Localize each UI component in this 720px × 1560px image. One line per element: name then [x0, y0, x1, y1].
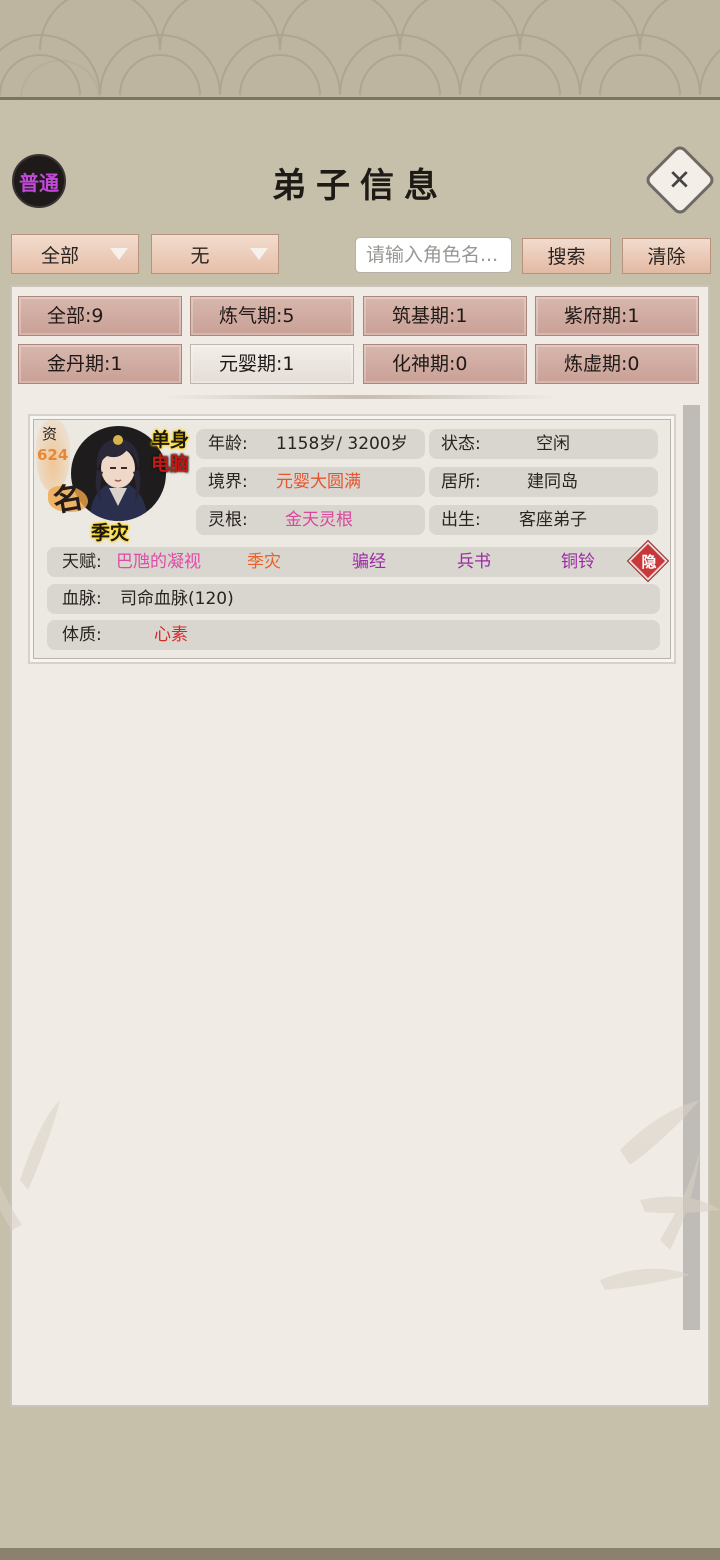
- search-button[interactable]: 搜索: [522, 238, 611, 274]
- secondary-dropdown[interactable]: 无: [151, 234, 279, 274]
- stage-filter-nascent-soul[interactable]: 元婴期:1: [190, 344, 354, 384]
- status-field: 状态: 空闲: [429, 429, 658, 459]
- category-dropdown[interactable]: 全部: [11, 234, 139, 274]
- physique-row: 体质: 心素: [47, 620, 660, 650]
- stage-filter-golden-core[interactable]: 金丹期:1: [18, 344, 182, 384]
- stage-filter-spirit-transformation[interactable]: 化神期:0: [363, 344, 527, 384]
- origin-value: 客座弟子: [519, 510, 587, 530]
- fame-mark: 名: [50, 479, 86, 520]
- page-title: 弟子信息: [272, 166, 448, 206]
- spirit-root-field: 灵根: 金天灵根: [196, 505, 425, 535]
- stage-filter-foundation[interactable]: 筑基期:1: [363, 296, 527, 336]
- status-label: 状态:: [441, 434, 481, 454]
- aptitude-label: 资: [42, 425, 58, 443]
- disciple-name: 季灾: [91, 522, 130, 544]
- realm-label: 境界:: [208, 472, 248, 492]
- bloodline-label: 血脉:: [62, 589, 102, 609]
- chevron-down-icon: [250, 248, 268, 260]
- talent-item[interactable]: 铜铃: [561, 547, 595, 577]
- origin-label: 出生:: [441, 510, 481, 530]
- talent-item[interactable]: 骗经: [352, 547, 386, 577]
- residence-field: 居所: 建同岛: [429, 467, 658, 497]
- stage-filter-purple-mansion[interactable]: 紫府期:1: [535, 296, 699, 336]
- tag-single: 单身: [151, 429, 190, 451]
- wave-pattern: [0, 0, 720, 96]
- clear-button[interactable]: 清除: [622, 238, 711, 274]
- realm-field: 境界: 元婴大圆满: [196, 467, 425, 497]
- bloodline-value: 司命血脉(120): [120, 589, 234, 609]
- talents-label: 天赋:: [62, 552, 102, 572]
- talents-row: 天赋: 巴虺的凝视 季灾 骗经 兵书 铜铃: [47, 547, 660, 577]
- divider: [160, 395, 560, 399]
- stage-filter-all[interactable]: 全部:9: [18, 296, 182, 336]
- search-input[interactable]: [355, 237, 512, 273]
- origin-field: 出生: 客座弟子: [429, 505, 658, 535]
- aptitude-value: 624: [37, 446, 69, 464]
- header-wave-band: [0, 0, 720, 100]
- tag-pc: 电脑: [151, 453, 190, 475]
- realm-value: 元婴大圆满: [276, 472, 361, 492]
- bloodline-row: 血脉: 司命血脉(120): [47, 584, 660, 614]
- footer-band: [0, 1548, 720, 1560]
- physique-label: 体质:: [62, 625, 102, 645]
- age-label: 年龄:: [208, 434, 248, 454]
- stage-filter-void-refining[interactable]: 炼虚期:0: [535, 344, 699, 384]
- bamboo-decoration: [0, 1100, 720, 1290]
- residence-value: 建同岛: [527, 472, 578, 492]
- age-value: 1158岁/ 3200岁: [276, 434, 408, 454]
- chevron-down-icon: [110, 248, 128, 260]
- age-field: 年龄: 1158岁/ 3200岁: [196, 429, 425, 459]
- close-icon: ✕: [668, 163, 692, 197]
- physique-value: 心素: [154, 625, 188, 645]
- talent-item[interactable]: 季灾: [247, 547, 281, 577]
- status-value: 空闲: [536, 434, 570, 454]
- hide-label: 隐: [641, 553, 657, 571]
- spirit-root-value: 金天灵根: [285, 510, 353, 530]
- residence-label: 居所:: [441, 472, 481, 492]
- spirit-root-label: 灵根:: [208, 510, 248, 530]
- talent-item[interactable]: 巴虺的凝视: [116, 547, 201, 577]
- stage-filter-qi-refining[interactable]: 炼气期:5: [190, 296, 354, 336]
- talent-item[interactable]: 兵书: [457, 547, 491, 577]
